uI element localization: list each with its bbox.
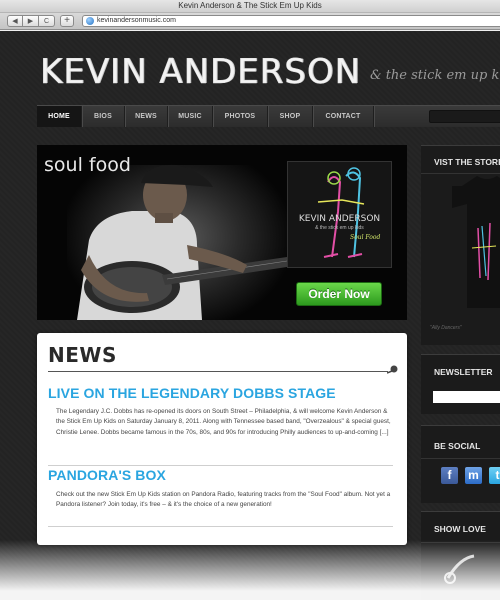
nav-news[interactable]: NEWS	[125, 106, 167, 127]
post-divider	[48, 526, 393, 527]
address-bar[interactable]: kevinandersonmusic.com	[82, 15, 500, 27]
post-body-dobbs: The Legendary J.C. Dobbs has re-opened i…	[56, 408, 391, 436]
back-button[interactable]: ◀	[7, 15, 23, 27]
nav-divider	[373, 106, 374, 127]
nav-music[interactable]: MUSIC	[168, 106, 212, 127]
store-caption: "Ally Dancers"	[430, 325, 462, 331]
post-body-pandora: Check out the new Stick Em Up Kids stati…	[56, 491, 391, 509]
window-titlebar: Kevin Anderson & The Stick Em Up Kids	[0, 0, 500, 13]
forward-icon: ▶	[27, 18, 34, 25]
browser-window: Kevin Anderson & The Stick Em Up Kids ◀ …	[0, 0, 500, 600]
browser-toolbar: ◀ ▶ C + kevinandersonmusic.com	[0, 13, 500, 30]
newsletter-heading: NEWSLETTER	[434, 367, 493, 377]
album-title: Soul Food	[350, 234, 381, 241]
site-tagline: & the stick em up kids	[370, 68, 500, 83]
microphone-icon	[387, 365, 398, 374]
window-title: Kevin Anderson & The Stick Em Up Kids	[178, 1, 322, 10]
post-divider	[48, 465, 393, 466]
newsletter-widget: NEWSLETTER	[421, 354, 500, 414]
myspace-icon[interactable]: m	[465, 467, 482, 484]
news-panel: NEWS LIVE ON THE LEGENDARY DOBBS STAGE T…	[37, 333, 407, 545]
social-widget: BE SOCIAL	[421, 425, 500, 503]
nav-shop[interactable]: SHOP	[268, 106, 312, 127]
nav-home[interactable]: HOME	[37, 106, 81, 127]
main-nav: HOME BIOS NEWS MUSIC PHOTOS SHOP CONTACT	[37, 105, 500, 127]
reload-button[interactable]: C	[39, 15, 55, 27]
bottom-fade	[0, 540, 500, 600]
twitter-icon[interactable]: t	[489, 467, 500, 484]
tshirt-image[interactable]	[452, 168, 500, 318]
site-logo[interactable]: KEVIN ANDERSON	[40, 52, 361, 93]
album-band: & the stick em up kids	[315, 225, 364, 231]
hero-banner: soul food KEVIN ANDERSON & the stick em …	[37, 145, 407, 320]
soul-food-label: soul food	[44, 154, 131, 176]
search-input[interactable]	[429, 110, 500, 123]
album-cover[interactable]: KEVIN ANDERSON & the stick em up kids So…	[287, 161, 392, 268]
facebook-icon[interactable]: f	[441, 467, 458, 484]
nav-photos[interactable]: PHOTOS	[213, 106, 267, 127]
show-love-heading: SHOW LOVE	[434, 524, 486, 534]
nav-buttons: ◀ ▶ C	[7, 15, 55, 27]
reload-icon: C	[43, 17, 50, 25]
order-now-button[interactable]: Order Now	[296, 282, 382, 306]
forward-button[interactable]: ▶	[23, 15, 39, 27]
post-title-dobbs[interactable]: LIVE ON THE LEGENDARY DOBBS STAGE	[48, 385, 336, 401]
news-heading: NEWS	[48, 343, 117, 367]
store-heading: VIST THE STORE	[434, 157, 500, 167]
back-icon: ◀	[12, 18, 18, 25]
address-text: kevinandersonmusic.com	[97, 17, 176, 24]
widget-rule	[421, 458, 500, 459]
add-bookmark-button[interactable]: +	[60, 15, 74, 27]
social-heading: BE SOCIAL	[434, 441, 481, 451]
nav-contact[interactable]: CONTACT	[313, 106, 373, 127]
news-heading-rule	[48, 371, 388, 372]
album-artist: KEVIN ANDERSON	[298, 214, 381, 224]
nav-bios[interactable]: BIOS	[82, 106, 124, 127]
newsletter-email-input[interactable]	[433, 391, 500, 403]
globe-icon	[86, 17, 94, 25]
plus-icon: +	[64, 15, 70, 26]
post-title-pandora[interactable]: PANDORA'S BOX	[48, 467, 166, 483]
